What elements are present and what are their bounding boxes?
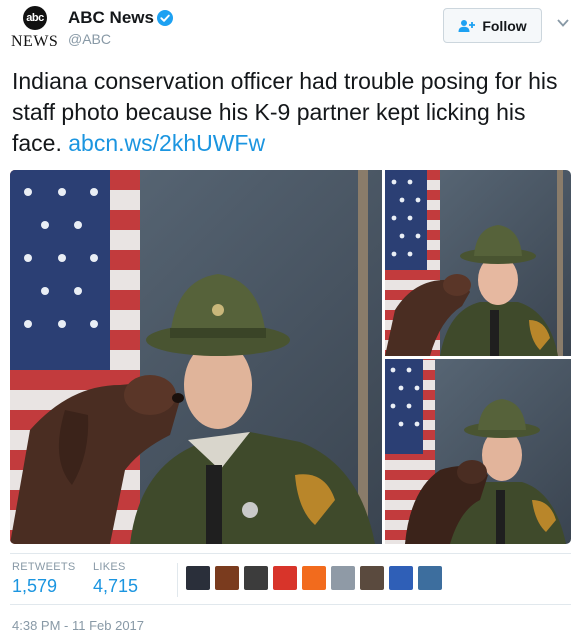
liker-avatar[interactable] [389,566,413,590]
retweets-label: RETWEETS [12,561,76,573]
user-handle[interactable]: @ABC [68,31,173,47]
tweet-link[interactable]: abcn.ws/2khUWFw [68,130,265,156]
chevron-down-icon[interactable] [556,18,570,28]
liker-avatar[interactable] [360,566,384,590]
divider-top [10,553,571,554]
news-wordmark: NEWS [11,33,59,50]
liker-avatar[interactable] [331,566,355,590]
likes-label: LIKES [93,561,126,573]
display-name[interactable]: ABC News [68,8,154,28]
liker-avatar[interactable] [244,566,268,590]
stats-divider [177,563,178,597]
media-svg [10,170,571,544]
liker-avatar[interactable] [418,566,442,590]
retweets-count: 1,579 [12,576,58,596]
follow-button[interactable]: Follow [443,8,542,43]
liker-avatar[interactable] [302,566,326,590]
media-grid [10,170,571,544]
liker-avatars [186,566,442,590]
follow-label: Follow [482,17,527,34]
photo-secondary-top[interactable] [385,170,571,356]
avatar[interactable]: abc NEWS [10,6,60,50]
verified-badge-icon [156,10,173,26]
timestamp[interactable]: 4:38 PM - 11 Feb 2017 [12,618,144,633]
photo-secondary-bottom[interactable] [385,359,571,544]
liker-avatar[interactable] [215,566,239,590]
abc-logo: abc [23,6,47,30]
add-user-icon [458,19,476,32]
tweet-text: Indiana conservation officer had trouble… [12,66,570,159]
likes-count: 4,715 [93,576,139,596]
divider-bottom [10,604,571,605]
tweet-header: abc NEWS ABC News @ABC Follow [10,4,570,52]
retweets-stat[interactable]: RETWEETS 1,579 [12,561,76,597]
liker-avatar[interactable] [186,566,210,590]
author-info: ABC News @ABC [68,8,173,47]
liker-avatar[interactable] [273,566,297,590]
photo-main[interactable] [10,170,382,544]
likes-stat[interactable]: LIKES 4,715 [93,561,138,597]
